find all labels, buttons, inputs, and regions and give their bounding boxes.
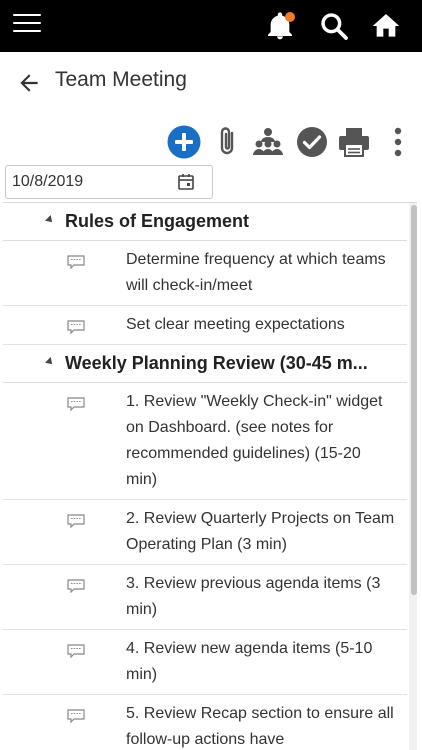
- paperclip-icon[interactable]: [210, 124, 246, 160]
- agenda-section[interactable]: Weekly Planning Review (30-45 m...: [3, 345, 407, 383]
- check-circle-icon[interactable]: [294, 124, 330, 160]
- notification-dot: [285, 12, 295, 22]
- agenda-item[interactable]: Set clear meeting expectations: [3, 306, 407, 345]
- comment-icon[interactable]: [67, 514, 85, 528]
- agenda-item[interactable]: Determine frequency at which teams will …: [3, 241, 407, 306]
- agenda-section[interactable]: Rules of Engagement: [3, 203, 407, 241]
- agenda-item-text: Set clear meeting expectations: [126, 316, 345, 333]
- comment-icon[interactable]: [67, 320, 85, 334]
- agenda-item[interactable]: 5. Review Recap section to ensure all fo…: [3, 695, 407, 750]
- section-title: Rules of Engagement: [65, 211, 250, 231]
- agenda-item[interactable]: 1. Review "Weekly Check-in" widget on Da…: [3, 383, 407, 500]
- agenda-item-text: 3. Review previous agenda items (3 min): [126, 575, 381, 618]
- agenda-item-text: Determine frequency at which teams will …: [126, 251, 386, 294]
- agenda-item-text: 4. Review new agenda items (5-10 min): [126, 640, 373, 683]
- search-icon[interactable]: [318, 10, 350, 42]
- caret-icon[interactable]: [45, 215, 55, 225]
- section-title: Weekly Planning Review (30-45 m...: [65, 353, 368, 373]
- comment-icon[interactable]: [67, 644, 85, 658]
- agenda-item[interactable]: 3. Review previous agenda items (3 min): [3, 565, 407, 630]
- agenda-list: Rules of Engagement Determine frequency …: [3, 202, 417, 750]
- scrollbar-thumb[interactable]: [411, 205, 417, 595]
- date-picker-field[interactable]: 10/8/2019: [5, 165, 213, 199]
- scrollbar[interactable]: [409, 203, 417, 750]
- action-toolbar: [0, 118, 422, 164]
- page-title: Team Meeting: [55, 68, 187, 91]
- caret-icon[interactable]: [45, 357, 55, 367]
- printer-icon[interactable]: [336, 124, 372, 160]
- back-arrow-icon[interactable]: [16, 70, 42, 96]
- title-bar: Team Meeting: [0, 52, 422, 112]
- agenda-list-content: Rules of Engagement Determine frequency …: [3, 203, 407, 750]
- agenda-item-text: 1. Review "Weekly Check-in" widget on Da…: [126, 393, 383, 488]
- more-vertical-icon[interactable]: [382, 124, 418, 160]
- home-icon[interactable]: [370, 10, 402, 42]
- top-bar: [0, 0, 422, 52]
- comment-icon[interactable]: [67, 255, 85, 269]
- menu-icon[interactable]: [13, 14, 41, 34]
- agenda-item[interactable]: 2. Review Quarterly Projects on Team Ope…: [3, 500, 407, 565]
- team-icon[interactable]: [250, 124, 286, 160]
- agenda-item-text: 5. Review Recap section to ensure all fo…: [126, 705, 394, 748]
- date-value: 10/8/2019: [12, 173, 84, 190]
- comment-icon[interactable]: [67, 579, 85, 593]
- calendar-icon[interactable]: [177, 173, 195, 191]
- add-icon[interactable]: [166, 124, 202, 160]
- comment-icon[interactable]: [67, 709, 85, 723]
- comment-icon[interactable]: [67, 397, 85, 411]
- agenda-item[interactable]: 4. Review new agenda items (5-10 min): [3, 630, 407, 695]
- agenda-item-text: 2. Review Quarterly Projects on Team Ope…: [126, 510, 395, 553]
